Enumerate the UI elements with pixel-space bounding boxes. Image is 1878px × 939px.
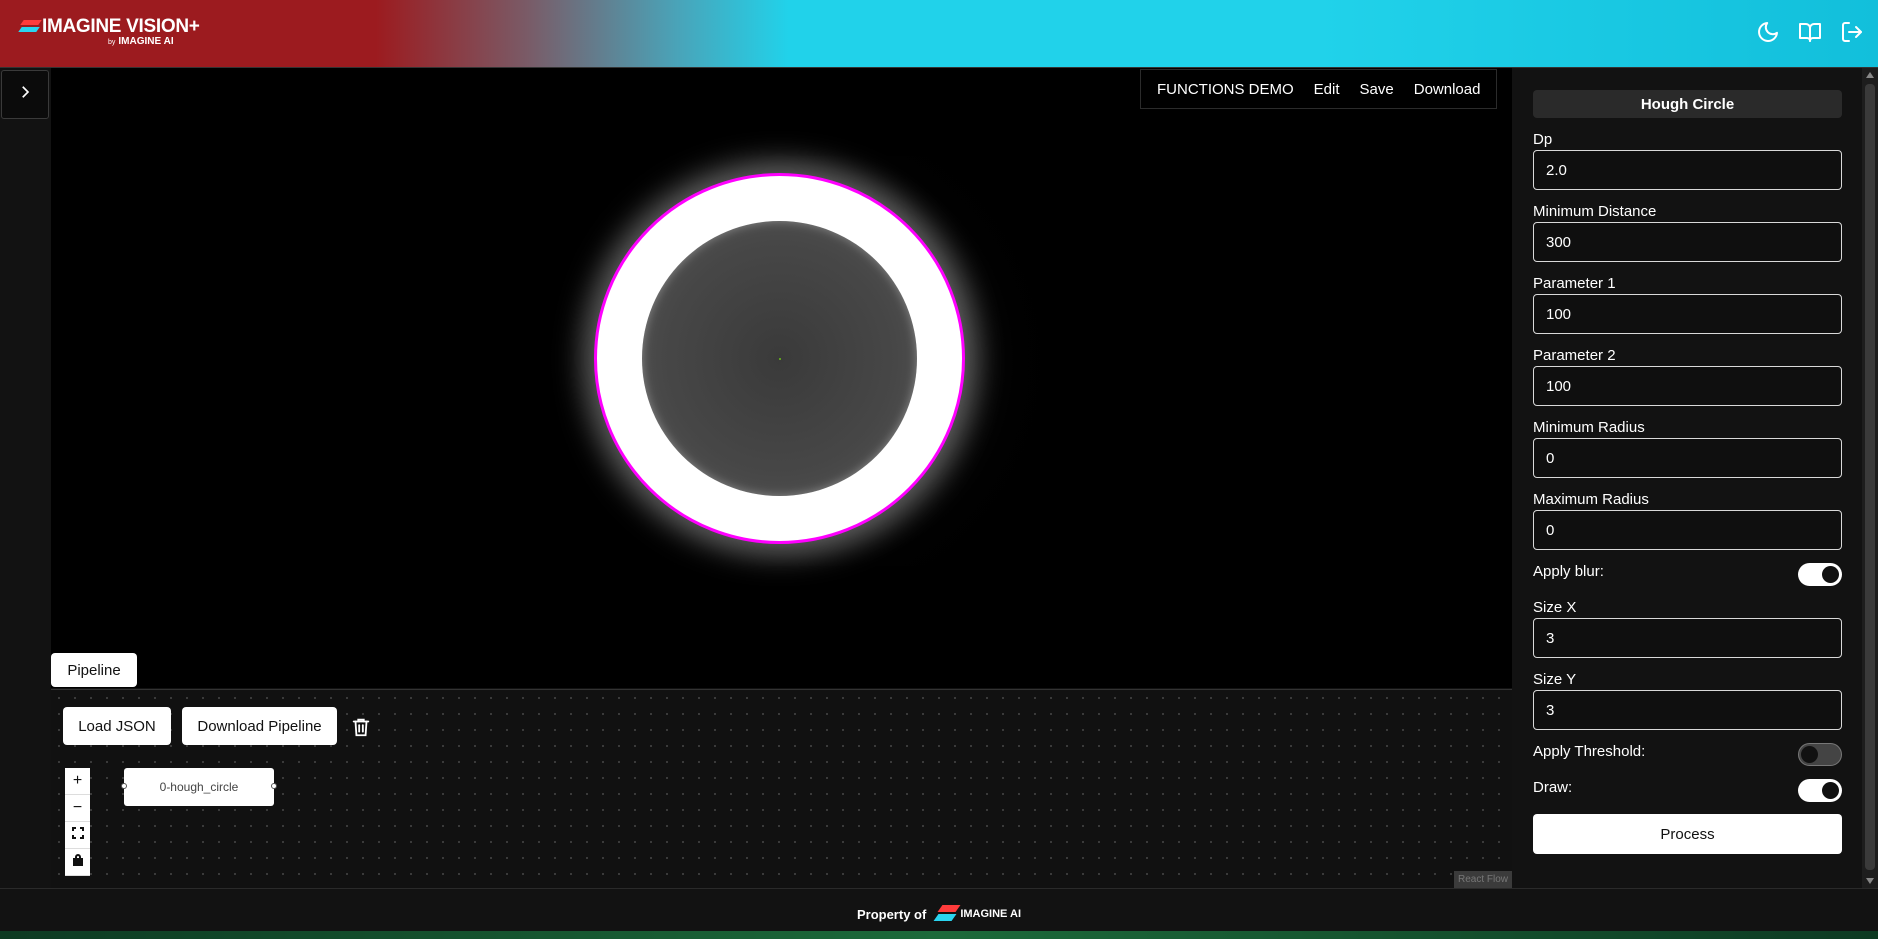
pipeline-node-hough-circle[interactable]: 0-hough_circle [121,768,277,806]
pipeline-tab[interactable]: Pipeline [51,653,137,687]
brand-logo[interactable]: IMAGINE VISION+ by IMAGINE AI [18,16,200,47]
draw-toggle[interactable] [1798,779,1842,802]
fit-view-icon [71,826,84,844]
canvas-menu: FUNCTIONS DEMO Edit Save Download [1140,69,1498,109]
circle-center-point [779,358,781,360]
load-json-button[interactable]: Load JSON [63,707,171,745]
max-radius-label: Maximum Radius [1533,491,1649,508]
footer-accent-bar [0,931,1878,939]
parameters-panel: Hough Circle Dp 2.0 Minimum Distance 300… [1512,68,1861,888]
dp-input[interactable]: 2.0 [1533,150,1842,190]
book-icon[interactable] [1798,20,1822,49]
apply-blur-toggle[interactable] [1798,563,1842,586]
zoom-in-button[interactable]: + [65,768,90,795]
apply-threshold-toggle[interactable] [1798,743,1842,766]
zoom-controls: + − [65,768,90,876]
brand-title: IMAGINE VISION+ [42,16,200,37]
chevron-right-icon [16,83,34,106]
node-label: 0-hough_circle [159,780,239,794]
param2-label: Parameter 2 [1533,347,1616,364]
scroll-down-icon[interactable] [1866,878,1874,884]
footer-logo-mark-icon [933,903,961,925]
trash-icon[interactable] [350,716,372,738]
param2-input[interactable]: 100 [1533,366,1842,406]
panel-title: Hough Circle [1533,90,1842,118]
node-output-handle[interactable] [271,783,277,789]
size-x-input[interactable]: 3 [1533,618,1842,658]
param1-input[interactable]: 100 [1533,294,1842,334]
moon-icon[interactable] [1756,20,1780,49]
scrollbar-thumb[interactable] [1865,84,1875,870]
top-header: IMAGINE VISION+ by IMAGINE AI [0,0,1878,68]
scroll-up-icon[interactable] [1866,72,1874,78]
draw-label: Draw: [1533,779,1573,796]
menu-download[interactable]: Download [1404,81,1491,98]
dp-label: Dp [1533,131,1553,148]
apply-blur-label: Apply blur: [1533,563,1604,580]
lock-icon [72,853,84,871]
lock-button[interactable] [65,849,90,876]
min-distance-label: Minimum Distance [1533,203,1657,220]
logo-mark-icon [18,20,42,34]
download-pipeline-button[interactable]: Download Pipeline [182,707,337,745]
size-y-input[interactable]: 3 [1533,690,1842,730]
panel-scrollbar[interactable] [1862,68,1878,888]
footer-logo: IMAGINE AI [933,903,1021,925]
node-input-handle[interactable] [121,783,127,789]
min-distance-input[interactable]: 300 [1533,222,1842,262]
menu-functions-demo[interactable]: FUNCTIONS DEMO [1147,81,1304,98]
logout-icon[interactable] [1840,20,1864,49]
zoom-out-button[interactable]: − [65,795,90,822]
react-flow-attribution[interactable]: React Flow [1453,871,1512,888]
pipeline-flow-editor[interactable]: Load JSON Download Pipeline + − 0-hough_… [51,689,1512,888]
brand-subtitle: by IMAGINE AI [108,36,174,47]
footer-text: Property of [856,906,927,922]
size-y-label: Size Y [1533,671,1577,688]
menu-save[interactable]: Save [1350,81,1404,98]
min-radius-label: Minimum Radius [1533,419,1645,436]
fit-view-button[interactable] [65,822,90,849]
apply-threshold-label: Apply Threshold: [1533,743,1646,760]
min-radius-input[interactable]: 0 [1533,438,1842,478]
max-radius-input[interactable]: 0 [1533,510,1842,550]
image-canvas[interactable] [51,68,1512,688]
process-button[interactable]: Process [1533,814,1842,854]
menu-edit[interactable]: Edit [1304,81,1350,98]
sidebar-toggle-button[interactable] [1,70,49,119]
size-x-label: Size X [1533,599,1577,616]
param1-label: Parameter 1 [1533,275,1616,292]
